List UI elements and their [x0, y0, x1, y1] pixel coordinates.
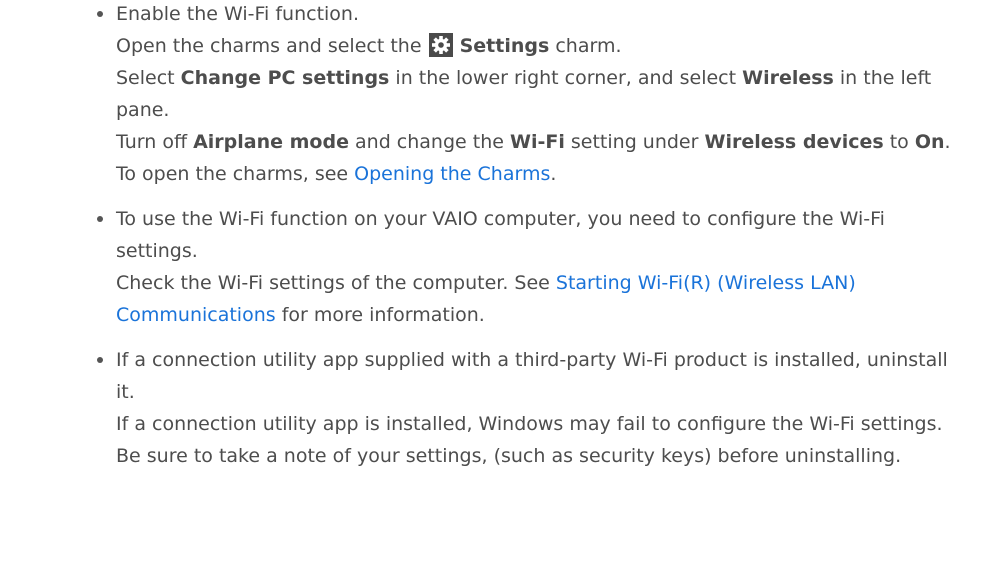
check-settings-line: Check the Wi-Fi settings of the computer… — [116, 272, 856, 326]
item-heading: If a connection utility app supplied wit… — [116, 349, 948, 403]
airplane-mode-label: Airplane mode — [193, 131, 349, 153]
gear-icon — [428, 33, 453, 57]
instruction-list: Enable the Wi-Fi function. Open the char… — [0, 0, 1000, 472]
bullet — [97, 216, 103, 222]
bullet — [97, 357, 103, 363]
open-charms-line: Open the charms and select the Settings … — [116, 33, 622, 57]
settings-label: Settings — [459, 35, 550, 57]
open-charms-reference-line: To open the charms, see Opening the Char… — [116, 163, 557, 185]
list-item-uninstall-utility: If a connection utility app supplied wit… — [0, 344, 966, 472]
wireless-label: Wireless — [742, 67, 834, 89]
opening-the-charms-link[interactable]: Opening the Charms — [354, 163, 550, 185]
list-item-enable-wifi: Enable the Wi-Fi function. Open the char… — [0, 0, 966, 190]
change-pc-settings-line: Select Change PC settings in the lower r… — [116, 67, 932, 121]
item-heading: Enable the Wi-Fi function. — [116, 3, 360, 25]
on-label: On — [914, 131, 945, 153]
list-item-configure-wifi: To use the Wi-Fi function on your VAIO c… — [0, 203, 966, 331]
wifi-label: Wi-Fi — [509, 131, 565, 153]
wireless-devices-label: Wireless devices — [704, 131, 884, 153]
item-heading: To use the Wi-Fi function on your VAIO c… — [116, 208, 885, 262]
change-pc-settings-label: Change PC settings — [180, 67, 390, 89]
uninstall-note-line: If a connection utility app is installed… — [116, 413, 943, 467]
airplane-mode-line: Turn off Airplane mode and change the Wi… — [116, 131, 951, 153]
bullet — [97, 11, 103, 17]
